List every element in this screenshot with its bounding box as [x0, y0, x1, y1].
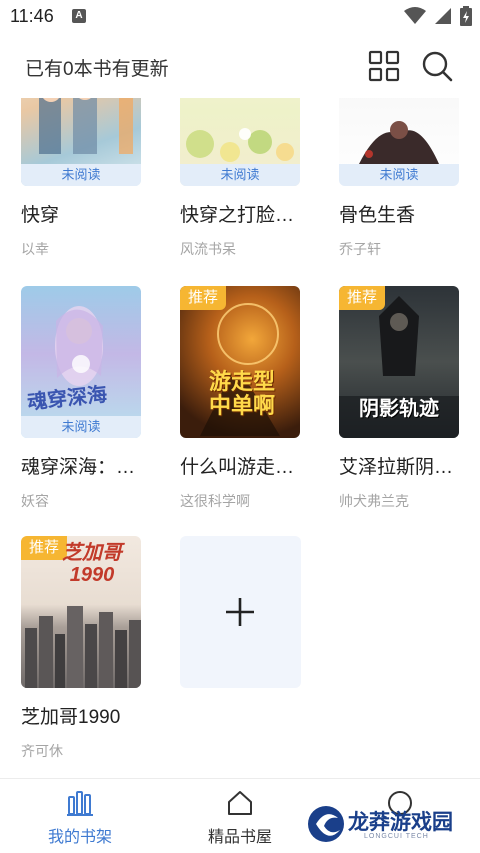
- unread-label: 未阅读: [180, 164, 300, 186]
- book-title: 芝加哥1990: [21, 707, 121, 728]
- nav-bookshelf[interactable]: 我的书架: [20, 789, 140, 847]
- search-icon[interactable]: [420, 49, 454, 83]
- update-status-text: 已有0本书有更新: [25, 59, 169, 80]
- bookshelf-icon: [67, 791, 93, 816]
- grid-view-icon[interactable]: [368, 50, 400, 82]
- book-cover[interactable]: 未阅读: [180, 98, 300, 186]
- unread-label: 未阅读: [21, 164, 141, 186]
- book-author: 乔子轩: [339, 241, 381, 257]
- book-cover[interactable]: 推荐 游走型 中单啊: [180, 286, 300, 438]
- book-title: 骨色生香: [339, 205, 416, 226]
- app-screen: 11:46 A 已有0本书有更新 未阅读 快穿 以幸 未阅读 快穿之打脸… 风流…: [0, 0, 480, 853]
- book-card[interactable]: 推荐 游走型 中单啊 什么叫游走… 这很科学啊: [180, 286, 302, 511]
- book-cover[interactable]: 推荐 阴影轨迹: [339, 286, 459, 438]
- book-card[interactable]: 推荐 芝加哥 1990 芝加哥1990 齐可休: [21, 536, 143, 761]
- add-book-button[interactable]: [180, 536, 301, 688]
- nav-bookstore[interactable]: 精品书屋: [180, 789, 300, 847]
- book-author: 妖容: [21, 493, 49, 509]
- watermark-text: 龙莽游戏园: [348, 811, 453, 834]
- book-card[interactable]: 未阅读 快穿 以幸: [21, 98, 143, 259]
- nav-label: 我的书架: [47, 829, 112, 846]
- status-icons: [404, 6, 472, 26]
- unread-label: 未阅读: [21, 416, 141, 438]
- book-author: 帅犬弗兰克: [339, 493, 409, 509]
- book-cover[interactable]: 未阅读: [21, 98, 141, 186]
- bookshelf-grid: 未阅读 快穿 以幸 未阅读 快穿之打脸… 风流书呆 未阅读 骨色生香 乔子轩 魂…: [0, 98, 480, 778]
- cover-title-text: 阴影轨迹: [359, 398, 439, 420]
- book-cover[interactable]: 推荐 芝加哥 1990: [21, 536, 141, 688]
- recommend-badge: 推荐: [339, 286, 385, 310]
- cover-title-text: 游走型 中单啊: [208, 369, 275, 418]
- status-bar: 11:46 A: [0, 0, 480, 34]
- cover-title-text: 芝加哥 1990: [62, 542, 122, 586]
- wifi-icon: [404, 7, 426, 24]
- recommend-badge: 推荐: [180, 286, 226, 310]
- logo-emblem-icon: [308, 806, 344, 842]
- book-title: 快穿之打脸…: [180, 205, 295, 226]
- book-title: 快穿: [21, 205, 60, 226]
- book-card[interactable]: 魂穿深海 未阅读 魂穿深海：… 妖容: [21, 286, 143, 511]
- book-author: 这很科学啊: [180, 493, 250, 509]
- battery-icon: [460, 6, 472, 26]
- book-title: 什么叫游走…: [180, 457, 295, 478]
- notification-icon: A: [72, 9, 86, 23]
- book-title: 艾泽拉斯阴…: [339, 457, 454, 478]
- watermark-logo: 龙莽游戏园 LONGCUI TECH: [306, 800, 466, 848]
- book-cover[interactable]: 未阅读: [339, 98, 459, 186]
- book-card[interactable]: 未阅读 骨色生香 乔子轩: [339, 98, 461, 259]
- book-author: 风流书呆: [180, 241, 236, 257]
- header: 已有0本书有更新: [0, 34, 480, 98]
- unread-label: 未阅读: [339, 164, 459, 186]
- watermark-subtext: LONGCUI TECH: [364, 833, 429, 840]
- book-card[interactable]: 未阅读 快穿之打脸… 风流书呆: [180, 98, 302, 259]
- status-time: 11:46: [10, 6, 54, 26]
- plus-icon: [226, 598, 254, 626]
- book-author: 以幸: [21, 241, 49, 257]
- book-author: 齐可休: [21, 743, 63, 759]
- nav-label: 精品书屋: [207, 829, 272, 846]
- signal-icon: [435, 8, 451, 24]
- book-card[interactable]: 推荐 阴影轨迹 艾泽拉斯阴… 帅犬弗兰克: [339, 286, 461, 511]
- book-cover[interactable]: 魂穿深海 未阅读: [21, 286, 141, 438]
- house-icon: [228, 791, 252, 815]
- book-title: 魂穿深海：…: [21, 457, 136, 478]
